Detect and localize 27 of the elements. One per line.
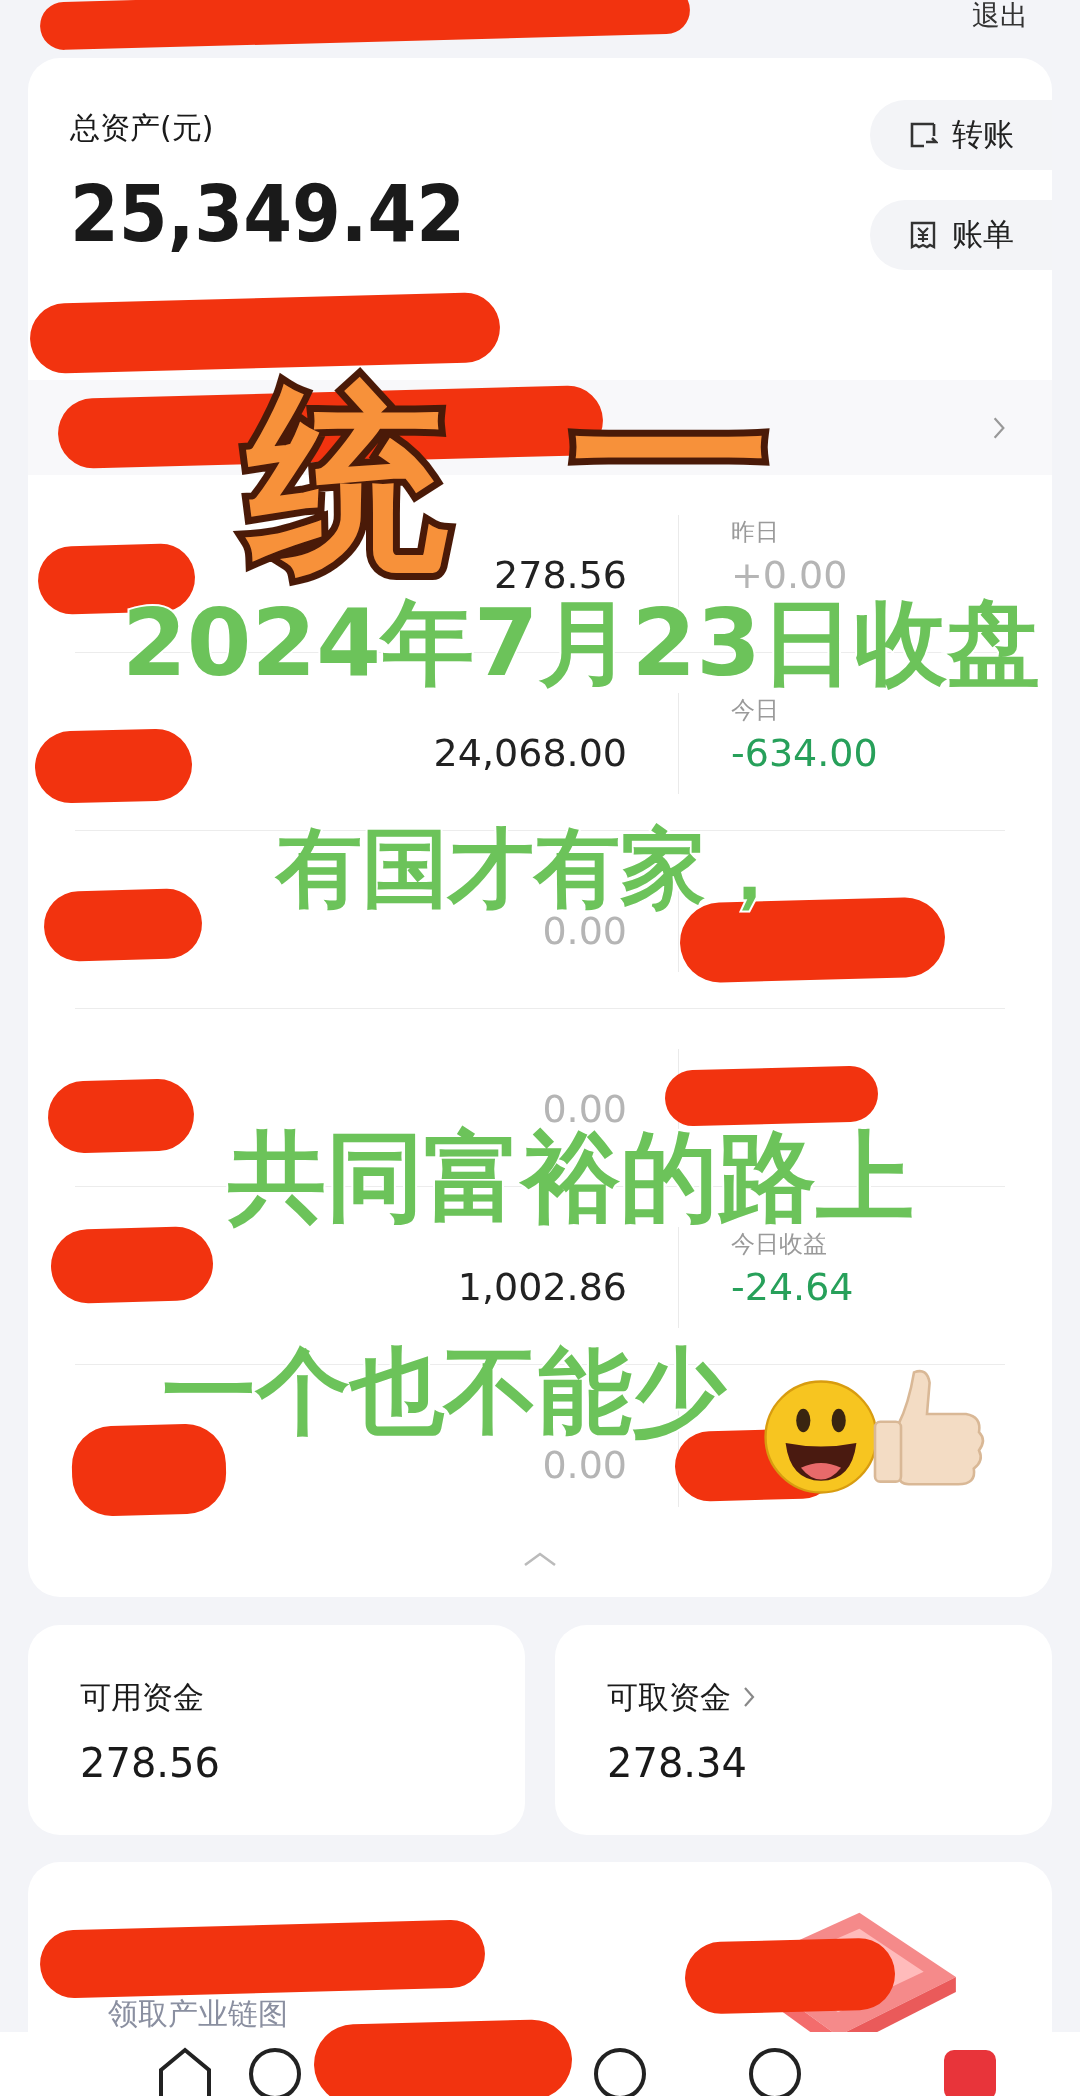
- promo-text: 领取产业链图: [108, 1996, 288, 2032]
- fund-label: 可取资金: [607, 1678, 731, 1717]
- fund-value: 278.56: [80, 1739, 221, 1788]
- change-value: -24.64: [731, 1264, 854, 1311]
- headline-text: 一: [570, 395, 770, 515]
- change-value: -634.00: [731, 730, 878, 777]
- bill-button[interactable]: 账单: [870, 200, 1052, 270]
- holding-value: 0.00: [542, 909, 627, 955]
- total-assets-label: 总资产(元): [70, 109, 215, 147]
- transfer-icon: [908, 120, 938, 150]
- logout-link[interactable]: 退出: [972, 0, 1028, 32]
- fund-card[interactable]: 可取资金 278.34: [555, 1625, 1052, 1835]
- holding-value: 24,068.00: [433, 730, 627, 777]
- holding-value: 1,002.86: [457, 1264, 627, 1311]
- change-label: 今日: [731, 695, 780, 726]
- holding-value: 0.00: [542, 1442, 627, 1489]
- transfer-button[interactable]: 转账: [870, 100, 1052, 170]
- caption-text: 一个也不能少: [162, 1345, 726, 1439]
- holding-value: 0.00: [542, 1086, 627, 1131]
- caption-text: 有国才有家，: [276, 825, 792, 911]
- receipt-icon: [908, 220, 938, 250]
- total-assets-value: 25,349.42: [70, 168, 466, 261]
- change-label: 今日收益: [731, 1229, 828, 1260]
- chevron-right-icon: [992, 415, 1006, 440]
- fund-label: 可用资金: [80, 1678, 204, 1717]
- change-label: 昨日: [731, 517, 780, 548]
- fund-value: 278.34: [607, 1739, 748, 1788]
